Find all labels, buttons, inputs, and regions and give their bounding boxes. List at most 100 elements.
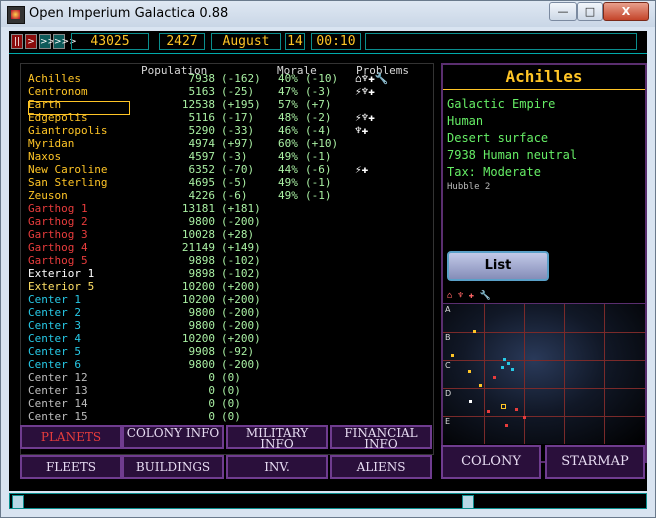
fast-button[interactable]: >> <box>39 34 55 49</box>
planet-delta: (-3) <box>221 150 248 163</box>
star-system[interactable] <box>479 384 482 387</box>
planet-name: Center 15 <box>28 410 88 423</box>
planet-name: San Sterling <box>28 176 108 189</box>
title-bar: Open Imperium Galactica 0.88 — □ X <box>1 1 655 27</box>
planet-morale: 44% <box>278 163 298 176</box>
planet-tax: Tax: Moderate <box>447 165 541 179</box>
tab-colony-info[interactable]: COLONY INFO <box>122 425 224 449</box>
planet-mdelta: (-3) <box>305 85 332 98</box>
planet-delta: (+200) <box>221 293 261 306</box>
planet-pop: 9800 <box>188 306 216 319</box>
planet-pop: 4974 <box>188 137 216 150</box>
planet-delta: (-102) <box>221 267 261 280</box>
minimize-button[interactable]: — <box>549 2 577 21</box>
planet-name: Naxos <box>28 150 62 163</box>
tab-planets[interactable]: PLANETS <box>20 425 122 449</box>
planet-name: Giantropolis <box>28 124 108 137</box>
planet-name: Center 12 <box>28 371 88 384</box>
planet-pop: 10028 <box>181 228 215 241</box>
planet-mdelta: (-1) <box>305 150 332 163</box>
list-button[interactable]: List <box>447 251 549 281</box>
planet-mdelta: (-10) <box>305 72 339 85</box>
planet-delta: (-200) <box>221 306 261 319</box>
planet-pop: 0 <box>208 384 215 397</box>
scroll-left-thumb[interactable] <box>12 495 24 509</box>
star-system[interactable] <box>503 358 506 361</box>
star-system[interactable] <box>523 416 526 419</box>
tab-buildings[interactable]: BUILDINGS <box>122 455 224 479</box>
planet-name: Center 6 <box>28 358 81 371</box>
star-system[interactable] <box>469 400 472 403</box>
planet-problems: ⚡♆✚ <box>355 111 375 124</box>
planet-name: Garthog 1 <box>28 202 88 215</box>
star-system[interactable] <box>493 376 496 379</box>
planet-mdelta: (-1) <box>305 176 332 189</box>
planet-pop: 21149 <box>181 241 215 254</box>
tab-aliens[interactable]: ALIENS <box>330 455 432 479</box>
app-window: Open Imperium Galactica 0.88 — □ X || > … <box>0 0 656 518</box>
planet-owner: Galactic Empire <box>447 97 556 111</box>
star-system[interactable] <box>511 368 514 371</box>
planet-morale: 47% <box>278 85 298 98</box>
star-system[interactable] <box>468 370 471 373</box>
planet-name: Myridan <box>28 137 75 150</box>
pause-button[interactable]: || <box>11 34 23 49</box>
selected-star-system[interactable] <box>501 404 506 409</box>
planet-problems: ⌂♆✚🔧 <box>355 72 389 85</box>
planet-hubble: Hubble 2 <box>447 182 491 192</box>
star-system[interactable] <box>473 330 476 333</box>
mini-starmap[interactable]: A B C D E <box>443 303 645 444</box>
planet-pop: 6352 <box>188 163 216 176</box>
year-display: 2427 <box>159 33 205 50</box>
starmap-button[interactable]: STARMAP <box>545 445 645 479</box>
tab-inventions[interactable]: INV. <box>226 455 328 479</box>
planet-pop: 5290 <box>188 124 216 137</box>
planet-pop: 0 <box>208 410 215 423</box>
planet-delta: (+195) <box>221 98 261 111</box>
planet-name: Garthog 2 <box>28 215 88 228</box>
message-display <box>365 33 637 50</box>
planet-delta: (+200) <box>221 332 261 345</box>
planet-morale: 46% <box>278 124 298 137</box>
planet-pop: 9908 <box>188 345 216 358</box>
maximize-button[interactable]: □ <box>577 2 603 21</box>
planet-problems: ♆✚ <box>355 124 369 137</box>
planet-population: 7938 Human neutral <box>447 148 578 162</box>
star-system[interactable] <box>487 410 490 413</box>
scroll-right-thumb[interactable] <box>462 495 474 509</box>
star-system[interactable] <box>507 362 510 365</box>
star-system[interactable] <box>451 354 454 357</box>
planet-pop: 0 <box>208 371 215 384</box>
star-system[interactable] <box>501 366 504 369</box>
app-logo-icon <box>7 6 25 24</box>
close-button[interactable]: X <box>603 2 649 21</box>
star-system[interactable] <box>505 424 508 427</box>
planet-pop: 4226 <box>188 189 216 202</box>
planet-delta: (-102) <box>221 254 261 267</box>
planet-name: Center 5 <box>28 345 81 358</box>
money-display: 43025 <box>71 33 149 50</box>
horizontal-scrollbar[interactable] <box>9 493 647 509</box>
planet-delta: (-17) <box>221 111 255 124</box>
map-row-label: E <box>445 417 451 426</box>
map-row-label: D <box>445 389 452 398</box>
play-button[interactable]: > <box>25 34 37 49</box>
planet-delta: (+149) <box>221 241 261 254</box>
colony-button[interactable]: COLONY <box>441 445 541 479</box>
tab-financial-info[interactable]: FINANCIAL INFO <box>330 425 432 450</box>
planet-name: Center 3 <box>28 319 81 332</box>
planet-morale: 57% <box>278 98 298 111</box>
tab-fleets[interactable]: FLEETS <box>20 455 122 479</box>
planet-pop: 0 <box>208 397 215 410</box>
fastest-button[interactable]: >>> <box>53 34 77 49</box>
planet-delta: (+28) <box>221 228 255 241</box>
planet-delta: (-200) <box>221 319 261 332</box>
planet-problem-icons: ⌂ ♆ ✚ 🔧 <box>447 291 491 301</box>
status-bar: || > >> >>> 43025 2427 August 14 00:10 <box>9 31 647 54</box>
planet-name: New Caroline <box>28 163 108 176</box>
planet-mdelta: (-1) <box>305 189 332 202</box>
star-system[interactable] <box>515 408 518 411</box>
tab-military-info[interactable]: MILITARY INFO <box>226 425 328 450</box>
planet-name: Exterior 1 <box>28 267 95 280</box>
planet-title: Achilles <box>443 65 645 90</box>
